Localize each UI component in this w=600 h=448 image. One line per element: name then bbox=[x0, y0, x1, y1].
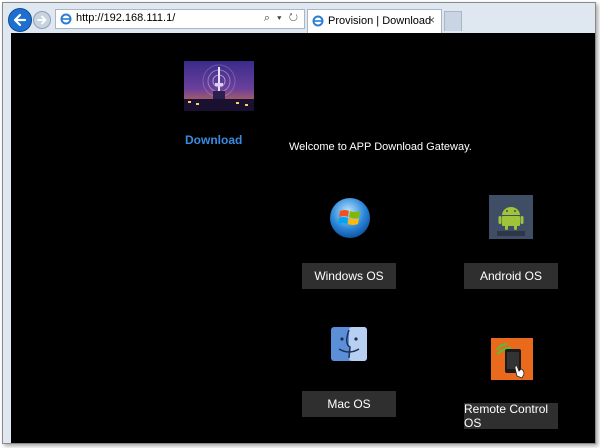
tab-provision-download[interactable]: Provision | Download × bbox=[307, 9, 442, 33]
address-bar[interactable]: http://192.168.111.1/ ⌕ ▾ ↻ bbox=[55, 9, 305, 29]
mac-finder-icon[interactable] bbox=[331, 327, 367, 361]
back-arrow-icon bbox=[13, 13, 27, 27]
page-content: Download Welcome to APP Download Gateway… bbox=[11, 33, 595, 443]
ie-icon bbox=[312, 15, 324, 27]
download-link[interactable]: Download bbox=[185, 133, 265, 147]
forward-button[interactable] bbox=[33, 11, 51, 29]
tab-title: Provision | Download bbox=[328, 15, 432, 27]
new-tab-button[interactable] bbox=[444, 11, 462, 31]
back-button[interactable] bbox=[8, 8, 32, 32]
ie-icon bbox=[60, 13, 72, 25]
close-icon[interactable]: × bbox=[428, 13, 435, 27]
mac-os-button[interactable]: Mac OS bbox=[302, 391, 396, 417]
browser-window: http://192.168.111.1/ ⌕ ▾ ↻ Provision | … bbox=[2, 2, 596, 444]
banner-image bbox=[184, 61, 254, 111]
android-os-button[interactable]: Android OS bbox=[464, 263, 558, 289]
forward-arrow-icon bbox=[37, 15, 47, 25]
welcome-text: Welcome to APP Download Gateway. bbox=[289, 141, 472, 153]
android-logo-icon[interactable] bbox=[489, 195, 533, 239]
windows-os-button[interactable]: Windows OS bbox=[302, 263, 396, 289]
browser-toolbar: http://192.168.111.1/ ⌕ ▾ ↻ Provision | … bbox=[3, 3, 595, 33]
address-tools[interactable]: ⌕ ▾ ↻ bbox=[264, 12, 300, 25]
windows-logo-icon[interactable] bbox=[329, 197, 371, 239]
address-url[interactable]: http://192.168.111.1/ bbox=[76, 12, 175, 24]
remote-control-icon[interactable] bbox=[491, 338, 533, 380]
remote-control-os-button[interactable]: Remote Control OS bbox=[464, 402, 558, 430]
